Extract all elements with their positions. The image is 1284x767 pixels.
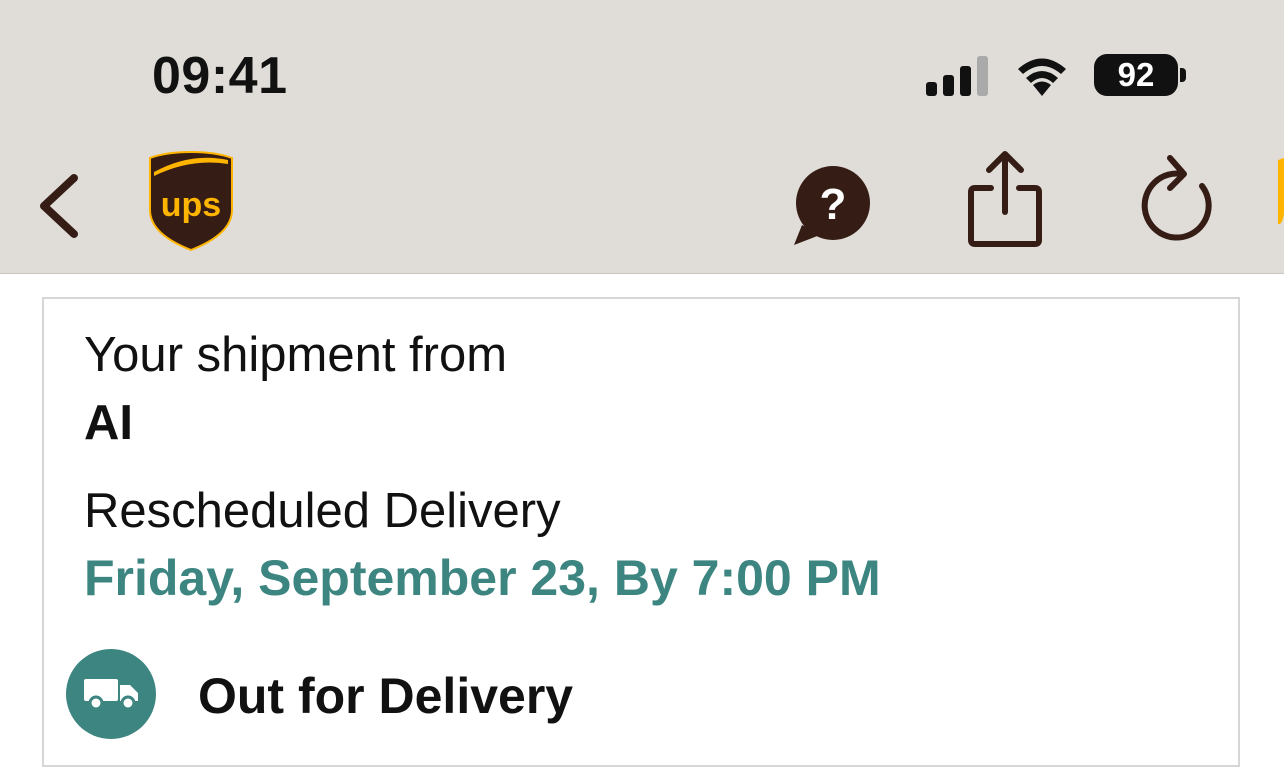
share-icon[interactable] [965,150,1045,248]
top-bar: 09:41 92 ups ? [0,0,1284,274]
delivery-status: Out for Delivery [198,668,574,724]
svg-text:?: ? [820,180,847,229]
refresh-icon[interactable] [1140,152,1222,244]
delivery-truck-badge [66,649,156,739]
wifi-icon [1018,58,1066,96]
truck-icon [84,679,138,711]
delivery-date: Friday, September 23, By 7:00 PM [84,550,881,606]
svg-text:ups: ups [161,186,221,224]
shipment-card: Your shipment from AI Rescheduled Delive… [42,297,1240,767]
battery-indicator: 92 [1094,54,1178,96]
status-time: 09:41 [152,47,288,105]
shipment-from-label: Your shipment from [84,328,508,382]
back-chevron-icon[interactable] [32,168,88,244]
sender-name: AI [84,396,133,450]
help-chat-icon[interactable]: ? [790,165,876,247]
ups-logo-partial [1278,158,1284,224]
ups-logo: ups [149,150,233,252]
battery-nub [1180,68,1186,82]
cellular-signal-icon [926,56,988,96]
delivery-label: Rescheduled Delivery [84,484,561,538]
